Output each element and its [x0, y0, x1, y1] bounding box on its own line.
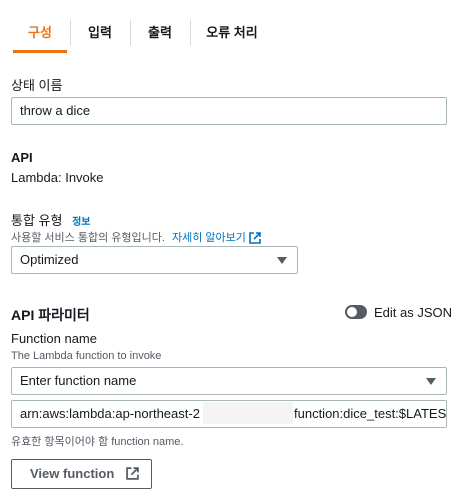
- external-link-icon: [126, 467, 139, 480]
- arn-suffix: function:dice_test:$LATES: [294, 406, 447, 421]
- edit-as-json-toggle[interactable]: [345, 305, 367, 319]
- toggle-knob: [347, 307, 357, 317]
- external-link-icon: [249, 232, 261, 244]
- tab-output[interactable]: 출력: [134, 22, 186, 44]
- integration-type-select[interactable]: Optimized: [11, 246, 298, 274]
- api-parameters-heading: API 파라미터: [11, 307, 90, 323]
- tab-error-handling[interactable]: 오류 처리: [196, 22, 268, 44]
- state-name-input[interactable]: throw a dice: [11, 97, 447, 125]
- api-value: Lambda: Invoke: [11, 170, 104, 185]
- arn-prefix: arn:aws:lambda:ap-northeast-2: [20, 406, 200, 421]
- function-name-hint: 유효한 항목이어야 함 function name.: [11, 436, 184, 448]
- tab-bar: 구성 입력 출력 오류 처리: [0, 0, 471, 56]
- tab-divider: [70, 20, 71, 46]
- tab-config[interactable]: 구성: [13, 22, 67, 44]
- info-link[interactable]: 정보: [72, 217, 90, 228]
- view-function-button[interactable]: View function: [11, 459, 152, 489]
- state-name-label: 상태 이름: [11, 78, 63, 93]
- redacted-region: [203, 402, 293, 424]
- function-name-description: The Lambda function to invoke: [11, 350, 162, 362]
- learn-more-label: 자세히 알아보기: [171, 232, 246, 244]
- active-tab-indicator: [13, 50, 67, 53]
- tab-divider: [190, 20, 191, 46]
- integration-description-text: 사용할 서비스 통합의 유형입니다.: [11, 232, 165, 244]
- api-label: API: [11, 150, 33, 165]
- caret-down-icon: [277, 257, 287, 264]
- tab-input[interactable]: 입력: [74, 22, 126, 44]
- function-name-label: Function name: [11, 331, 97, 346]
- learn-more-link[interactable]: 자세히 알아보기: [172, 232, 261, 244]
- tab-divider: [130, 20, 131, 46]
- edit-as-json-label: Edit as JSON: [374, 305, 453, 320]
- caret-down-icon: [426, 378, 436, 385]
- integration-description: 사용할 서비스 통합의 유형입니다. 자세히 알아보기: [11, 229, 261, 245]
- integration-type-label: 통합 유형 정보: [11, 210, 90, 229]
- integration-type-label-text: 통합 유형: [11, 213, 63, 228]
- view-function-label: View function: [30, 466, 115, 481]
- function-name-placeholder: Enter function name: [20, 373, 137, 388]
- function-name-select[interactable]: Enter function name: [11, 367, 447, 395]
- integration-type-value: Optimized: [20, 252, 79, 267]
